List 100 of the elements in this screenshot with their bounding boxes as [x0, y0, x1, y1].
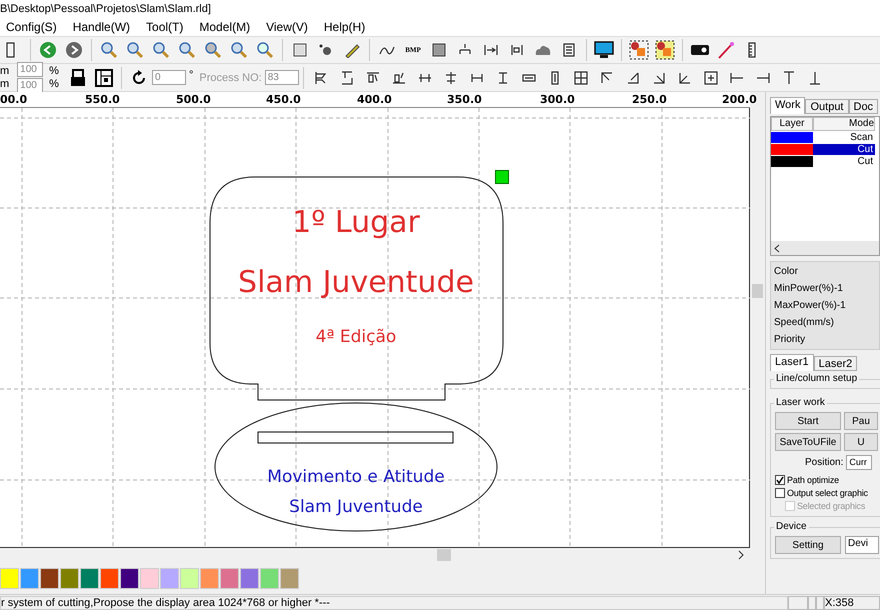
align-icon[interactable]	[702, 70, 719, 86]
process-field[interactable]: 83	[264, 70, 299, 85]
status-message: r system of cutting,Propose the display area 1024*768 or higher *---	[0, 596, 788, 610]
position-select[interactable]: Curr	[846, 455, 872, 470]
property-label: Speed(mm/s)	[774, 316, 836, 330]
group-label: Laser work	[774, 397, 827, 408]
color-swatch[interactable]	[180, 568, 199, 588]
menu-item[interactable]: Help(H)	[318, 20, 372, 34]
menu-item[interactable]: Handle(W)	[66, 20, 136, 34]
checkbox-label: Output select graphic	[787, 488, 868, 498]
laser-tab[interactable]: Laser2	[814, 356, 858, 371]
angle-field[interactable]: 0	[152, 70, 186, 85]
rotate-icon[interactable]	[130, 70, 147, 86]
panel-tab[interactable]: Output	[805, 99, 848, 114]
magnifier-icon[interactable]	[100, 41, 118, 59]
magnifier-icon[interactable]	[126, 41, 144, 59]
color-swatch[interactable]	[60, 568, 79, 588]
ruler-label: 250.0	[632, 93, 667, 106]
ruler-label: 500.0	[176, 93, 211, 106]
layer-color-swatch[interactable]	[771, 156, 813, 167]
menu-item[interactable]: Tool(T)	[140, 20, 190, 34]
magnifier-icon[interactable]	[178, 41, 196, 59]
chevron-left-icon[interactable]	[774, 244, 780, 252]
magnifier-icon[interactable]	[256, 41, 274, 59]
laser-button[interactable]: U	[844, 433, 878, 451]
unit-label: m	[0, 65, 10, 77]
list-icon[interactable]	[561, 42, 577, 58]
panel-tab[interactable]: Work	[770, 97, 806, 114]
wand-icon[interactable]	[717, 41, 735, 59]
color-swatch[interactable]	[0, 568, 19, 588]
menu-item[interactable]: Model(M)	[193, 20, 256, 34]
color-swatch[interactable]	[200, 568, 219, 588]
percent-label: %	[49, 65, 59, 77]
laser-button[interactable]: Pau	[844, 412, 878, 430]
color-swatch[interactable]	[40, 568, 59, 588]
menu-item[interactable]: Config(S)	[0, 20, 63, 34]
filled-square-icon[interactable]	[431, 42, 447, 58]
color-swatch[interactable]	[20, 568, 39, 588]
ruler-label: 400.0	[357, 93, 392, 106]
laser-tab[interactable]: Laser1	[770, 354, 814, 371]
ruler-label: 300.0	[540, 93, 575, 106]
scroll-thumb[interactable]	[752, 284, 763, 298]
monitor-icon[interactable]	[594, 41, 614, 59]
column-header: Layer	[771, 117, 813, 131]
window-title: B\Desktop\Pessoal\Projetos\Slam\Slam.rld]	[0, 3, 211, 15]
lock-icon[interactable]	[70, 68, 86, 86]
color-swatch[interactable]	[140, 568, 159, 588]
property-label: MaxPower(%)-1	[774, 299, 847, 313]
checkbox-label: Path optimize	[787, 474, 839, 484]
color-swatch[interactable]	[160, 568, 179, 588]
percent-label: %	[49, 78, 59, 90]
chevron-right-icon[interactable]	[737, 550, 745, 560]
magnifier-icon[interactable]	[152, 41, 170, 59]
color-swatch[interactable]	[100, 568, 119, 588]
ungrouped-shapes-icon[interactable]	[655, 40, 675, 60]
outline-text: 4ª Edição	[316, 327, 396, 347]
align-icon[interactable]	[572, 70, 589, 86]
layer-color-swatch[interactable]	[771, 132, 813, 143]
scroll-thumb[interactable]	[437, 549, 451, 561]
checkbox-label: Selected graphics	[797, 500, 866, 510]
panel-tab[interactable]: Doc	[848, 99, 878, 114]
color-swatch[interactable]	[120, 568, 139, 588]
group-label: Line/column setup	[774, 373, 860, 384]
color-swatch[interactable]	[280, 568, 299, 588]
projector-icon[interactable]	[690, 44, 710, 56]
selection-handle[interactable]	[495, 170, 509, 184]
outline-text: 1º Lugar	[292, 205, 420, 240]
color-swatch[interactable]	[260, 568, 279, 588]
ruler-label: 350.0	[447, 93, 482, 106]
ruler-label: 450.0	[266, 93, 301, 106]
square-icon[interactable]	[292, 42, 308, 58]
property-label: Color	[774, 265, 799, 279]
color-swatch[interactable]	[240, 568, 259, 588]
grouped-shapes-icon[interactable]	[629, 40, 649, 60]
laser-button[interactable]: SaveToUFile	[775, 433, 841, 451]
menu-item[interactable]: View(V)	[260, 20, 314, 34]
align-icon[interactable]	[598, 70, 615, 86]
scale-field[interactable]: 100	[17, 78, 44, 93]
laser-button[interactable]: Start	[775, 412, 841, 430]
property-label: Priority	[774, 333, 806, 347]
setting-button[interactable]: Setting	[775, 536, 841, 554]
checkbox[interactable]	[775, 488, 785, 498]
device-select[interactable]: Devi	[845, 536, 879, 554]
checkbox[interactable]	[775, 474, 785, 484]
align-icon[interactable]	[509, 42, 525, 58]
color-swatch[interactable]	[220, 568, 239, 588]
distribute-icon[interactable]	[483, 42, 499, 58]
magnifier-icon[interactable]	[204, 41, 222, 59]
magnifier-icon[interactable]	[230, 41, 248, 59]
color-swatch[interactable]	[80, 568, 99, 588]
pen-icon[interactable]	[344, 42, 360, 58]
align-icon[interactable]	[364, 70, 381, 86]
frame-icon[interactable]	[94, 68, 113, 86]
layer-color-swatch[interactable]	[771, 144, 813, 155]
scale-field[interactable]: 100	[17, 62, 44, 77]
coordinates-readout: X:358	[824, 596, 880, 610]
ruler-label: 00.0	[0, 93, 28, 106]
outline-text: Slam Juventude	[238, 265, 474, 300]
layer-mode-cell[interactable]: Cut	[813, 144, 875, 155]
align-icon[interactable]	[312, 70, 329, 86]
